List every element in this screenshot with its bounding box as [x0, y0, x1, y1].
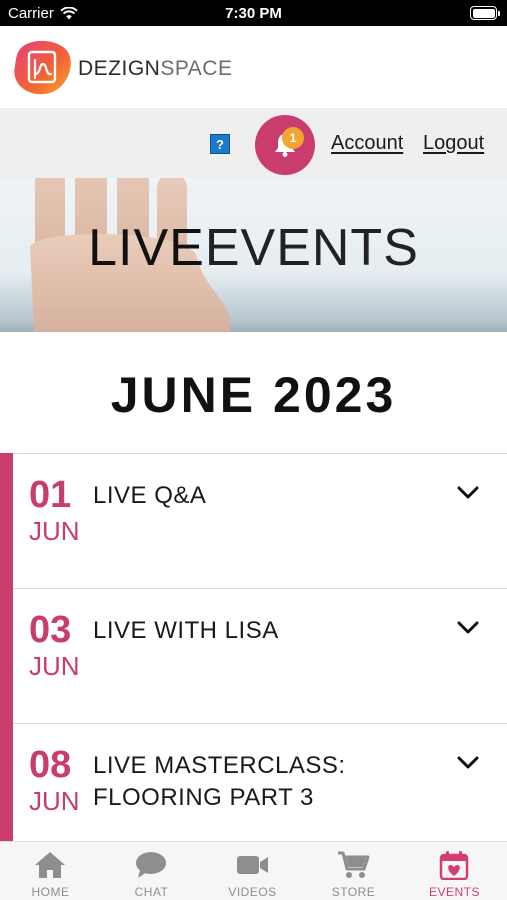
event-item[interactable]: 03 JUN LIVE WITH LISA — [13, 589, 507, 724]
month-heading: JUNE 2023 — [110, 367, 397, 423]
event-month: JUN — [29, 786, 80, 816]
hero-title-part1: LIVE — [88, 219, 205, 277]
event-day: 03 — [29, 609, 72, 651]
event-item[interactable]: 08 JUN LIVE MASTERCLASS: FLOORING PART 3 — [13, 724, 507, 841]
home-icon — [35, 852, 65, 878]
tab-chat-label: CHAT — [134, 885, 169, 899]
battery-icon — [470, 6, 500, 20]
event-month: JUN — [29, 651, 80, 681]
account-link[interactable]: Account — [331, 132, 403, 155]
hero-title: LIVEEVENTS — [0, 218, 507, 278]
tab-store-label: STORE — [331, 885, 376, 899]
status-bar: Carrier 7:30 PM — [0, 0, 507, 26]
event-title: LIVE WITH LISA — [93, 617, 279, 644]
hero-title-part2: EVENTS — [204, 219, 419, 277]
chat-icon — [136, 852, 166, 878]
brand-logo-icon[interactable] — [13, 38, 73, 96]
event-title: LIVE Q&A — [93, 482, 207, 509]
tab-events[interactable]: EVENTS — [404, 842, 505, 900]
event-item[interactable]: 01 JUN LIVE Q&A — [13, 454, 507, 589]
tab-home[interactable]: HOME — [0, 842, 101, 900]
event-day: 01 — [29, 474, 72, 516]
event-day: 08 — [29, 744, 72, 786]
app-header: DEZIGNSPACE — [0, 26, 507, 108]
logout-link[interactable]: Logout — [423, 132, 484, 155]
event-title: LIVE MASTERCLASS: FLOORING PART 3 — [93, 752, 346, 811]
account-bar: ? Account Logout — [0, 108, 507, 178]
chevron-down-icon[interactable] — [457, 621, 479, 635]
events-accent-bar — [0, 453, 13, 841]
tab-events-label: EVENTS — [428, 885, 480, 899]
event-month: JUN — [29, 516, 80, 546]
tab-chat[interactable]: CHAT — [101, 842, 202, 900]
tab-home-label: HOME — [31, 885, 70, 899]
chevron-down-icon[interactable] — [457, 486, 479, 500]
brand-name-part1: DEZIGN — [78, 57, 161, 80]
video-icon — [237, 856, 268, 874]
help-icon[interactable]: ? — [210, 134, 230, 154]
tab-videos-label: VIDEOS — [228, 885, 277, 899]
hero-banner: LIVEEVENTS — [0, 178, 507, 332]
brand-name-part2: SPACE — [160, 57, 233, 80]
events-list: 01 JUN LIVE Q&A 03 JUN LIVE WITH LISA 08… — [0, 453, 507, 841]
notification-badge: 1 — [282, 127, 304, 149]
cart-icon — [338, 851, 370, 878]
calendar-heart-icon — [439, 851, 469, 880]
tab-bar: HOME CHAT VIDEOS STORE EVENTS — [0, 841, 507, 900]
tab-store[interactable]: STORE — [303, 842, 404, 900]
brand-name: DEZIGNSPACE — [78, 57, 232, 81]
tab-videos[interactable]: VIDEOS — [202, 842, 303, 900]
chevron-down-icon[interactable] — [457, 756, 479, 770]
clock: 7:30 PM — [225, 5, 282, 22]
